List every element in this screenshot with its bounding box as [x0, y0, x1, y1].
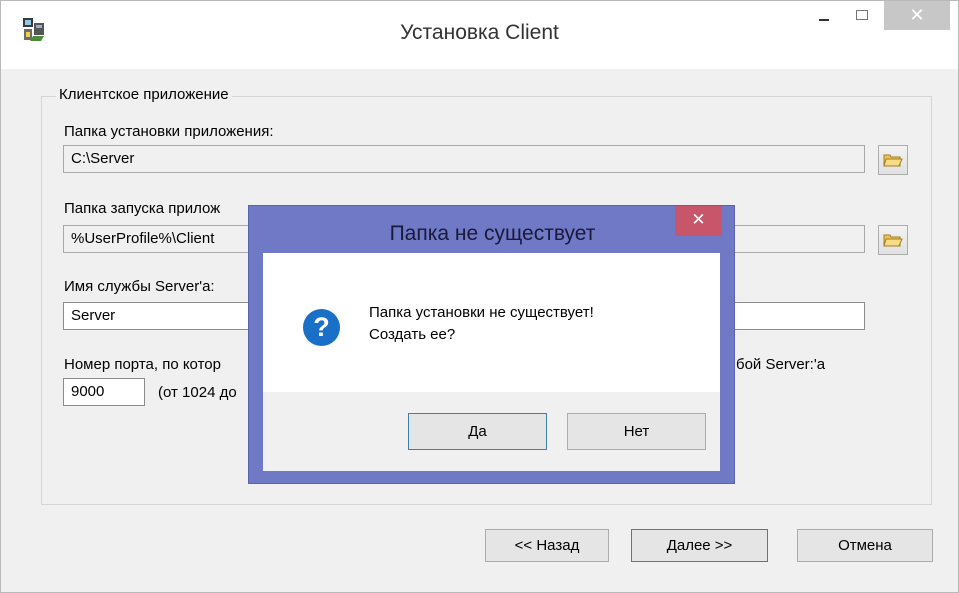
title-bar: Установка Client ✕ — [1, 1, 958, 69]
close-button[interactable]: ✕ — [884, 1, 950, 30]
folder-open-icon — [883, 154, 903, 167]
back-button[interactable]: << Назад — [485, 529, 609, 562]
maximize-button[interactable] — [847, 1, 877, 31]
next-button[interactable]: Далее >> — [631, 529, 768, 562]
yes-button[interactable]: Да — [408, 413, 547, 450]
dialog-close-button[interactable]: ✕ — [675, 206, 722, 236]
minimize-button[interactable] — [807, 1, 841, 31]
dialog-message-line1: Папка установки не существует! — [369, 304, 594, 321]
cancel-button[interactable]: Отмена — [797, 529, 933, 562]
question-icon: ? — [303, 309, 340, 346]
folder-missing-dialog: Папка не существует ✕ ? Папка установки … — [248, 205, 735, 484]
dialog-body: ? Папка установки не существует! Создать… — [263, 253, 720, 471]
port-input[interactable]: 9000 — [63, 378, 145, 406]
port-label-end: бой Server:'a — [736, 356, 826, 373]
dialog-message-line2: Создать ее? — [369, 326, 456, 343]
install-folder-browse-button[interactable] — [878, 145, 908, 175]
port-range-hint: (от 1024 до — [158, 384, 237, 401]
dialog-title: Папка не существует — [389, 222, 596, 245]
service-name-label: Имя службы Server'a: — [64, 278, 215, 295]
dialog-footer: Да Нет — [263, 392, 720, 471]
port-label: Номер порта, по котор — [64, 356, 221, 373]
folder-open-icon — [883, 234, 903, 247]
group-label: Клиентское приложение — [56, 86, 232, 103]
install-folder-label: Папка установки приложения: — [64, 123, 274, 140]
dialog-message: Папка установки не существует! Создать е… — [369, 302, 594, 346]
no-button[interactable]: Нет — [567, 413, 706, 450]
launch-folder-browse-button[interactable] — [878, 225, 908, 255]
launch-folder-label: Папка запуска прилож — [64, 200, 221, 217]
install-folder-input[interactable]: C:\Server — [63, 145, 865, 173]
